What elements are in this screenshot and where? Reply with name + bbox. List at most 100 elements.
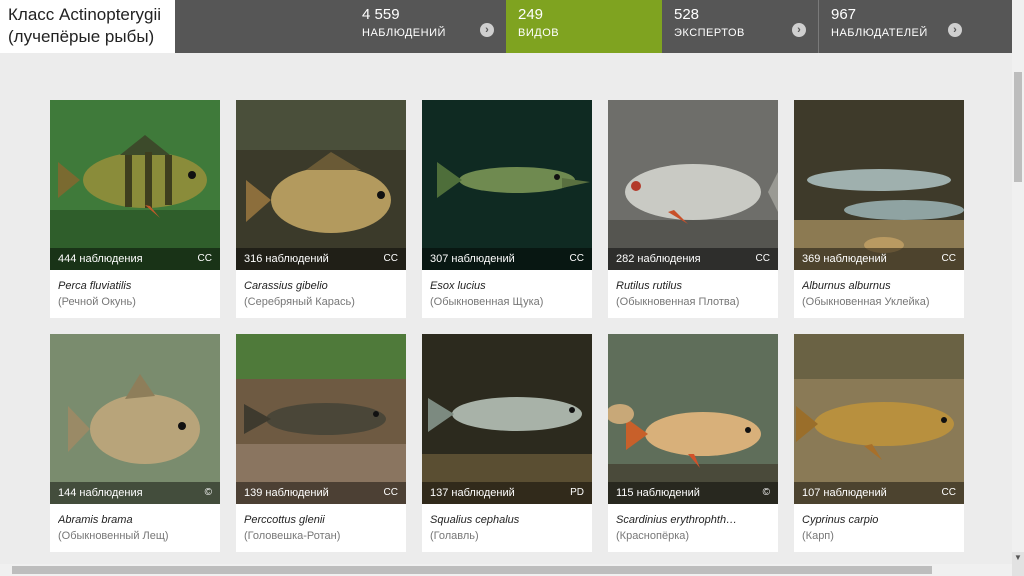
observation-count: 137 наблюдений (430, 487, 515, 499)
species-card[interactable]: 139 наблюдений CC Perccottus glenii (Гол… (236, 334, 406, 552)
license-badge: PD (570, 487, 584, 498)
license-badge: CC (197, 253, 212, 264)
observation-count: 115 наблюдений (616, 487, 700, 499)
photo-caption: 369 наблюдений CC (794, 248, 964, 270)
species-photo[interactable]: 369 наблюдений CC (794, 100, 964, 270)
license-badge: CC (569, 253, 584, 264)
pike-photo-icon (422, 100, 592, 270)
rudd-photo-icon (608, 334, 778, 504)
photo-caption: 107 наблюдений CC (794, 482, 964, 504)
scientific-name[interactable]: Carassius gibelio (244, 280, 328, 292)
species-card[interactable]: 115 наблюдений © Scardinius erythrophth…… (608, 334, 778, 552)
species-card[interactable]: 137 наблюдений PD Squalius cephalus (Гол… (422, 334, 592, 552)
license-badge: © (762, 487, 770, 498)
photo-caption: 282 наблюдения CC (608, 248, 778, 270)
common-name: (Краснопёрка) (616, 530, 690, 542)
scientific-name[interactable]: Squalius cephalus (430, 514, 519, 526)
species-photo[interactable]: 144 наблюдения © (50, 334, 220, 504)
observation-count: 139 наблюдений (244, 487, 329, 499)
observation-count: 107 наблюдений (802, 487, 887, 499)
scientific-name[interactable]: Abramis brama (58, 514, 133, 526)
species-card[interactable]: 307 наблюдений CC Esox lucius (Обыкновен… (422, 100, 592, 318)
scroll-down-arrow-icon[interactable]: ▼ (1012, 552, 1024, 564)
species-photo[interactable]: 316 наблюдений CC (236, 100, 406, 270)
species-photo[interactable]: 139 наблюдений CC (236, 334, 406, 504)
species-photo[interactable]: 115 наблюдений © (608, 334, 778, 504)
common-name: (Серебряный Карась) (244, 296, 355, 308)
observation-count: 282 наблюдения (616, 253, 701, 265)
scientific-name[interactable]: Perca fluviatilis (58, 280, 131, 292)
observation-count: 444 наблюдения (58, 253, 143, 265)
species-photo[interactable]: 282 наблюдения CC (608, 100, 778, 270)
license-badge: CC (383, 253, 398, 264)
species-card[interactable]: 144 наблюдения © Abramis brama (Обыкнове… (50, 334, 220, 552)
scientific-name[interactable]: Rutilus rutilus (616, 280, 682, 292)
species-card[interactable]: 282 наблюдения CC Rutilus rutilus (Обыкн… (608, 100, 778, 318)
stat-experts[interactable]: 528 ЭКСПЕРТОВ › (662, 0, 818, 53)
photo-caption: 316 наблюдений CC (236, 248, 406, 270)
scientific-name[interactable]: Alburnus alburnus (802, 280, 891, 292)
carp-photo-icon (236, 100, 406, 270)
horizontal-scrollbar[interactable] (0, 564, 1012, 576)
species-photo[interactable]: 137 наблюдений PD (422, 334, 592, 504)
taxon-title-line2: (лучепёрые рыбы) (8, 27, 155, 46)
stat-observations-value: 4 559 (362, 6, 400, 23)
stat-observers-value: 967 (831, 6, 857, 23)
stat-experts-value: 528 (674, 6, 700, 23)
license-badge: CC (755, 253, 770, 264)
stat-species-value: 249 (518, 6, 544, 23)
species-photo[interactable]: 444 наблюдения CC (50, 100, 220, 270)
stat-experts-label: ЭКСПЕРТОВ (674, 27, 745, 39)
common-name: (Обыкновенная Плотва) (616, 296, 740, 308)
common-name: (Карп) (802, 530, 834, 542)
scientific-name[interactable]: Scardinius erythrophth… (616, 514, 737, 526)
species-card[interactable]: 316 наблюдений CC Carassius gibelio (Сер… (236, 100, 406, 318)
species-photo[interactable]: 307 наблюдений CC (422, 100, 592, 270)
taxon-title: Класс Actinopterygii (лучепёрые рыбы) (0, 0, 175, 53)
stat-observers-label: НАБЛЮДАТЕЛЕЙ (831, 27, 928, 39)
common-name: (Обыкновенная Уклейка) (802, 296, 930, 308)
species-card[interactable]: 444 наблюдения CC Perca fluviatilis (Реч… (50, 100, 220, 318)
photo-caption: 144 наблюдения © (50, 482, 220, 504)
common-name: (Обыкновенный Лещ) (58, 530, 169, 542)
scientific-name[interactable]: Esox lucius (430, 280, 486, 292)
stat-observers[interactable]: 967 НАБЛЮДАТЕЛЕЙ › (818, 0, 974, 53)
horizontal-scroll-thumb[interactable] (12, 566, 932, 574)
scientific-name[interactable]: Cyprinus carpio (802, 514, 878, 526)
photo-caption: 307 наблюдений CC (422, 248, 592, 270)
bream-photo-icon (50, 334, 220, 504)
roach-photo-icon (608, 100, 778, 270)
bleak-photo-icon (794, 100, 964, 270)
observation-count: 369 наблюдений (802, 253, 887, 265)
sleeper-photo-icon (236, 334, 406, 504)
species-photo[interactable]: 107 наблюдений CC (794, 334, 964, 504)
stats-bar: Класс Actinopterygii (лучепёрые рыбы) 4 … (0, 0, 1012, 53)
arrow-right-icon[interactable]: › (948, 23, 962, 37)
arrow-right-icon[interactable]: › (792, 23, 806, 37)
stat-species[interactable]: 249 ВИДОВ (506, 0, 662, 53)
arrow-right-icon[interactable]: › (480, 23, 494, 37)
observation-count: 316 наблюдений (244, 253, 329, 265)
scientific-name[interactable]: Perccottus glenii (244, 514, 325, 526)
observation-count: 307 наблюдений (430, 253, 515, 265)
photo-caption: 115 наблюдений © (608, 482, 778, 504)
license-badge: © (204, 487, 212, 498)
license-badge: CC (383, 487, 398, 498)
species-card[interactable]: 107 наблюдений CC Cyprinus carpio (Карп) (794, 334, 964, 552)
observation-count: 144 наблюдения (58, 487, 143, 499)
perch-photo-icon (50, 100, 220, 270)
common-name: (Обыкновенная Щука) (430, 296, 544, 308)
photo-caption: 444 наблюдения CC (50, 248, 220, 270)
common-carp-photo-icon (794, 334, 964, 504)
license-badge: CC (941, 487, 956, 498)
taxon-title-line1: Класс Actinopterygii (8, 5, 162, 24)
chub-photo-icon (422, 334, 592, 504)
stat-observations[interactable]: 4 559 НАБЛЮДЕНИЙ › (350, 0, 506, 53)
stat-species-label: ВИДОВ (518, 27, 560, 39)
common-name: (Головешка-Ротан) (244, 530, 341, 542)
species-card[interactable]: 369 наблюдений CC Alburnus alburnus (Обы… (794, 100, 964, 318)
vertical-scrollbar[interactable] (1012, 0, 1024, 564)
scrollbar-corner (1012, 564, 1024, 576)
common-name: (Голавль) (430, 530, 479, 542)
vertical-scroll-thumb[interactable] (1014, 72, 1022, 182)
